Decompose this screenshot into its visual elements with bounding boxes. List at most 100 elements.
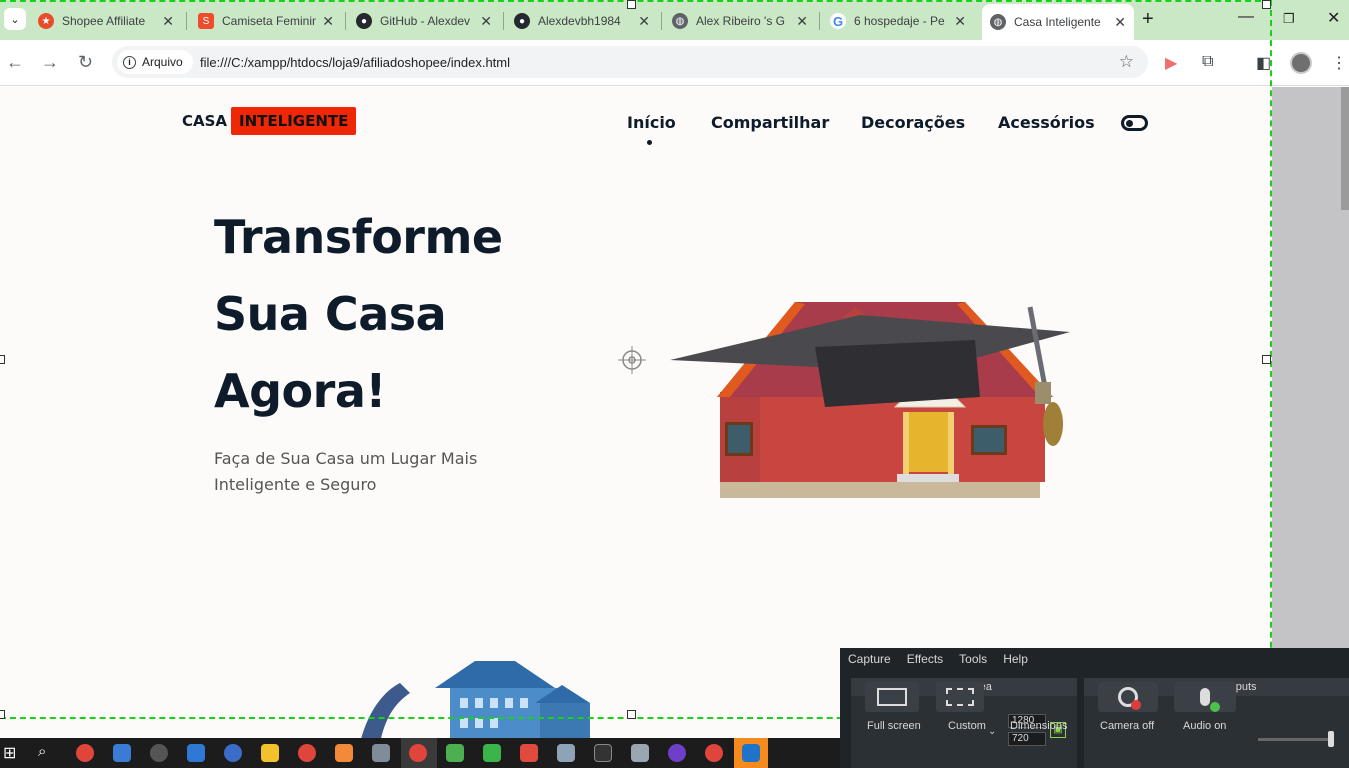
full-screen-button[interactable] xyxy=(865,682,919,712)
terminal-icon[interactable] xyxy=(594,744,612,762)
capture-resize-handle[interactable] xyxy=(627,0,636,9)
windows-taskbar: ⊞ ⌕ xyxy=(0,738,840,768)
reload-icon[interactable]: ↻ xyxy=(78,52,93,73)
close-tab-icon[interactable]: ✕ xyxy=(480,13,492,30)
extension-record-icon[interactable]: ▶ xyxy=(1165,53,1177,73)
windows-start-icon[interactable]: ⊞ xyxy=(3,743,16,763)
store-icon[interactable] xyxy=(187,744,205,762)
forward-arrow-icon[interactable]: → xyxy=(41,52,59,73)
menu-tools[interactable]: Tools xyxy=(959,652,987,666)
browser-tab[interactable]: G 6 hospedaje - Pe ✕ xyxy=(822,6,974,36)
back-arrow-icon[interactable]: ← xyxy=(6,52,24,73)
volume-slider[interactable] xyxy=(1258,731,1334,747)
capture-resize-handle[interactable] xyxy=(1262,0,1271,9)
app-icon[interactable] xyxy=(520,744,538,762)
nav-link-decoracoes[interactable]: Decorações xyxy=(861,113,965,132)
site-info-label: Arquivo xyxy=(142,55,183,69)
browser-tab-active[interactable]: ◍ Casa Inteligente ✕ xyxy=(982,4,1134,40)
browser-toolbar: ← → ↻ i Arquivo file:///C:/xampp/htdocs/… xyxy=(0,40,1349,86)
browser-tab[interactable]: ● Alexdevbh1984 ✕ xyxy=(506,6,658,36)
media-icon[interactable] xyxy=(224,744,242,762)
audio-toggle-button[interactable] xyxy=(1174,682,1236,712)
tab-title: GitHub - Alexdev xyxy=(380,14,471,28)
close-tab-icon[interactable]: ✕ xyxy=(162,13,174,30)
tab-separator xyxy=(819,12,820,30)
globe-icon: ◍ xyxy=(990,14,1006,30)
more-menu-icon[interactable]: ⋮ xyxy=(1331,53,1347,73)
info-icon: i xyxy=(123,55,136,69)
address-bar[interactable]: i Arquivo file:///C:/xampp/htdocs/loja9/… xyxy=(112,46,1148,78)
page-scrollbar[interactable] xyxy=(1272,87,1349,738)
volume-slider-thumb[interactable] xyxy=(1328,731,1334,747)
tab-separator xyxy=(503,12,504,30)
search-icon[interactable]: ⌕ xyxy=(38,743,46,760)
capture-resize-handle[interactable] xyxy=(0,710,5,719)
dimensions-label: Dimensions xyxy=(1010,720,1068,732)
hero-title-line: Agora! xyxy=(214,364,386,418)
xampp-icon[interactable] xyxy=(335,744,353,762)
close-tab-icon[interactable]: ✕ xyxy=(322,13,334,30)
bookmark-star-icon[interactable]: ☆ xyxy=(1119,52,1134,72)
chevron-down-icon[interactable]: ⌄ xyxy=(988,726,996,737)
capture-resize-handle[interactable] xyxy=(0,355,5,364)
browser-tab[interactable]: ● GitHub - Alexdev ✕ xyxy=(348,6,500,36)
custom-area-button[interactable] xyxy=(936,682,984,712)
camtasia-icon[interactable] xyxy=(483,744,501,762)
github-desktop-icon[interactable] xyxy=(668,744,686,762)
menu-capture[interactable]: Capture xyxy=(848,652,891,666)
recorder-menu: Capture Effects Tools Help xyxy=(840,648,1349,670)
restore-icon[interactable]: ❐ xyxy=(1283,11,1295,27)
chrome-icon[interactable] xyxy=(76,744,94,762)
custom-label: Custom xyxy=(948,720,986,732)
keyboard-icon[interactable] xyxy=(113,744,131,762)
browser-tab[interactable]: S Camiseta Feminin ✕ xyxy=(190,6,342,36)
github-icon: ● xyxy=(514,13,530,29)
side-panel-icon[interactable]: ◧ xyxy=(1256,53,1271,73)
close-tab-icon[interactable]: ✕ xyxy=(638,13,650,30)
scrollbar-thumb[interactable] xyxy=(1341,87,1349,210)
menu-effects[interactable]: Effects xyxy=(907,652,943,666)
tab-title: Alexdevbh1984 xyxy=(538,14,621,28)
move-cursor-icon xyxy=(618,346,646,374)
app-icon[interactable] xyxy=(372,744,390,762)
browser-tab[interactable]: ◍ Alex Ribeiro 's G ✕ xyxy=(664,6,816,36)
capture-resize-handle[interactable] xyxy=(627,710,636,719)
puzzle-extensions-icon[interactable]: ⧉ xyxy=(1202,53,1213,71)
height-input[interactable]: 720 xyxy=(1008,732,1046,746)
chrome-icon[interactable] xyxy=(705,744,723,762)
app-icon[interactable] xyxy=(631,744,649,762)
theme-toggle[interactable] xyxy=(1121,115,1148,131)
capture-resize-handle[interactable] xyxy=(1262,355,1271,364)
minimize-icon[interactable]: — xyxy=(1238,8,1254,26)
nav-link-inicio[interactable]: Início xyxy=(627,113,676,132)
url-text[interactable]: file:///C:/xampp/htdocs/loja9/afiliadosh… xyxy=(200,55,510,70)
site-info-chip[interactable]: i Arquivo xyxy=(117,50,193,74)
active-nav-indicator xyxy=(647,140,652,145)
chrome-icon[interactable] xyxy=(409,744,427,762)
new-tab-icon[interactable]: + xyxy=(1142,8,1154,31)
camera-toggle-button[interactable] xyxy=(1098,682,1158,712)
close-tab-icon[interactable]: ✕ xyxy=(1114,14,1126,31)
full-screen-label: Full screen xyxy=(867,720,921,732)
android-icon[interactable] xyxy=(446,744,464,762)
smart-building-image xyxy=(361,661,590,738)
close-tab-icon[interactable]: ✕ xyxy=(796,13,808,30)
browser-tab[interactable]: ★ Shopee Affiliate ✕ xyxy=(30,6,182,36)
folder-icon[interactable] xyxy=(261,744,279,762)
dashed-monitor-icon xyxy=(946,688,974,706)
app-icon[interactable] xyxy=(150,744,168,762)
profile-avatar[interactable] xyxy=(1290,52,1312,74)
vscode-icon[interactable] xyxy=(742,744,760,762)
hero-title-line: Sua Casa xyxy=(214,287,447,341)
close-tab-icon[interactable]: ✕ xyxy=(954,13,966,30)
nav-link-acessorios[interactable]: Acessórios xyxy=(998,113,1095,132)
nav-link-compartilhar[interactable]: Compartilhar xyxy=(711,113,829,132)
house-graduation-cap-image xyxy=(670,302,1070,498)
chrome-icon[interactable] xyxy=(298,744,316,762)
notepad-icon[interactable] xyxy=(557,744,575,762)
close-window-icon[interactable]: ✕ xyxy=(1327,8,1340,28)
menu-help[interactable]: Help xyxy=(1003,652,1028,666)
site-logo[interactable]: CASA INTELIGENTE xyxy=(182,107,357,135)
logo-text: CASA xyxy=(182,112,228,130)
tab-search-button[interactable]: ⌄ xyxy=(4,8,26,30)
